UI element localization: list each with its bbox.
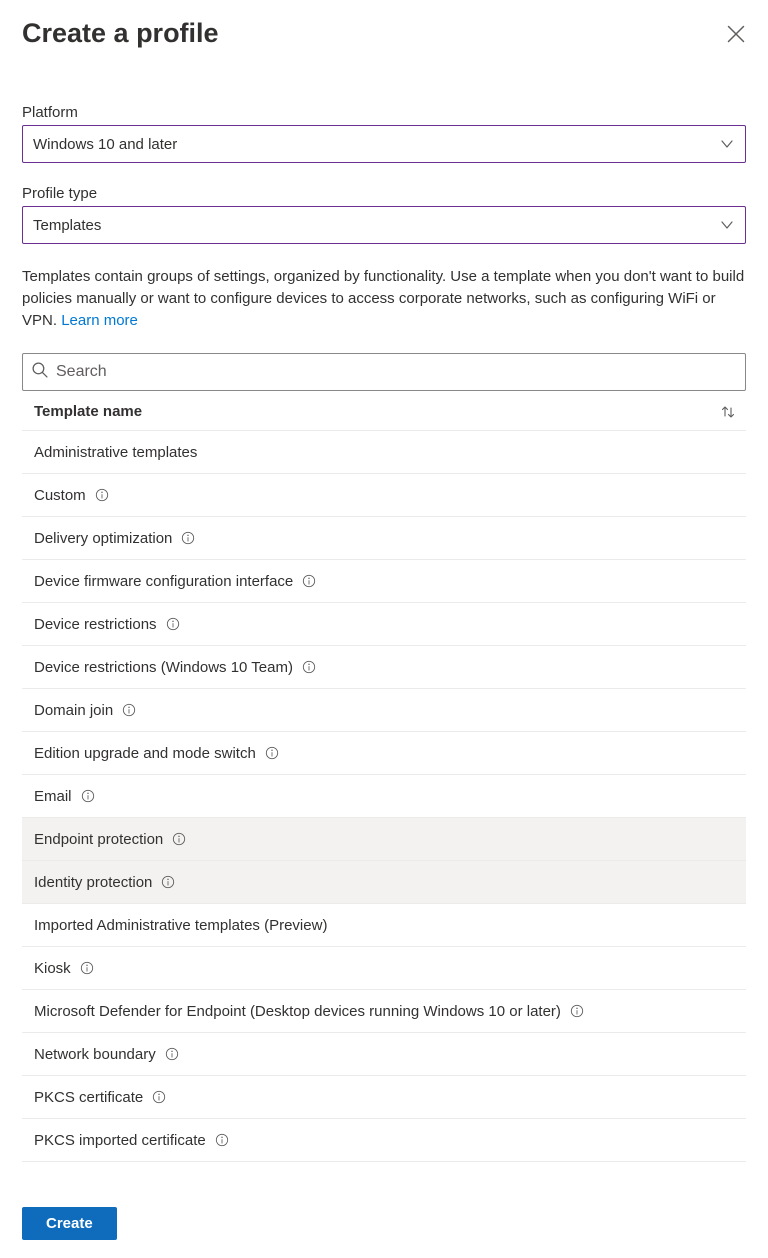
platform-label: Platform	[22, 104, 746, 121]
profile-type-dropdown[interactable]: Templates	[22, 206, 746, 244]
row-label: Email	[34, 788, 72, 805]
row-label: Custom	[34, 487, 86, 504]
table-row[interactable]: PKCS certificate	[22, 1076, 746, 1119]
table-row[interactable]: Endpoint protection	[22, 818, 746, 861]
table-row[interactable]: Custom	[22, 474, 746, 517]
table-row[interactable]: Device restrictions	[22, 603, 746, 646]
row-label: Device firmware configuration interface	[34, 573, 293, 590]
table-row[interactable]: Identity protection	[22, 861, 746, 904]
info-icon[interactable]	[80, 961, 94, 975]
row-label: Edition upgrade and mode switch	[34, 745, 256, 762]
row-label: Kiosk	[34, 960, 71, 977]
close-icon[interactable]	[726, 24, 746, 44]
row-label: Device restrictions (Windows 10 Team)	[34, 659, 293, 676]
table-row[interactable]: Device restrictions (Windows 10 Team)	[22, 646, 746, 689]
table-row[interactable]: Domain join	[22, 689, 746, 732]
table-row[interactable]: Email	[22, 775, 746, 818]
learn-more-link[interactable]: Learn more	[61, 312, 138, 329]
table-row[interactable]: Microsoft Defender for Endpoint (Desktop…	[22, 990, 746, 1033]
table-row[interactable]: PKCS imported certificate	[22, 1119, 746, 1162]
create-button[interactable]: Create	[22, 1207, 117, 1240]
info-icon[interactable]	[152, 1090, 166, 1104]
sort-icon[interactable]	[720, 404, 736, 420]
row-label: Device restrictions	[34, 616, 157, 633]
column-header-label: Template name	[34, 403, 142, 420]
info-icon[interactable]	[302, 660, 316, 674]
table-row[interactable]: Administrative templates	[22, 431, 746, 474]
description-text: Templates contain groups of settings, or…	[22, 266, 746, 331]
table-row[interactable]: Device firmware configuration interface	[22, 560, 746, 603]
profile-type-value: Templates	[33, 217, 101, 234]
table-row[interactable]: Imported Administrative templates (Previ…	[22, 904, 746, 947]
info-icon[interactable]	[122, 703, 136, 717]
info-icon[interactable]	[265, 746, 279, 760]
platform-dropdown[interactable]: Windows 10 and later	[22, 125, 746, 163]
row-label: Domain join	[34, 702, 113, 719]
search-input[interactable]	[54, 362, 737, 382]
profile-type-label: Profile type	[22, 185, 746, 202]
info-icon[interactable]	[165, 1047, 179, 1061]
info-icon[interactable]	[81, 789, 95, 803]
row-label: Endpoint protection	[34, 831, 163, 848]
row-label: PKCS certificate	[34, 1089, 143, 1106]
table-row[interactable]: Network boundary	[22, 1033, 746, 1076]
table-row[interactable]: Kiosk	[22, 947, 746, 990]
row-label: Identity protection	[34, 874, 152, 891]
row-label: PKCS imported certificate	[34, 1132, 206, 1149]
row-label: Network boundary	[34, 1046, 156, 1063]
info-icon[interactable]	[161, 875, 175, 889]
row-label: Microsoft Defender for Endpoint (Desktop…	[34, 1003, 561, 1020]
search-input-wrapper[interactable]	[22, 353, 746, 391]
info-icon[interactable]	[95, 488, 109, 502]
row-label: Delivery optimization	[34, 530, 172, 547]
row-label: Administrative templates	[34, 444, 197, 461]
info-icon[interactable]	[166, 617, 180, 631]
chevron-down-icon	[719, 136, 735, 152]
info-icon[interactable]	[570, 1004, 584, 1018]
search-icon	[31, 361, 54, 383]
info-icon[interactable]	[181, 531, 195, 545]
table-row[interactable]: Delivery optimization	[22, 517, 746, 560]
platform-value: Windows 10 and later	[33, 136, 177, 153]
chevron-down-icon	[719, 217, 735, 233]
dialog-title: Create a profile	[22, 18, 219, 49]
info-icon[interactable]	[215, 1133, 229, 1147]
table-row[interactable]: Edition upgrade and mode switch	[22, 732, 746, 775]
table-column-header[interactable]: Template name	[22, 391, 746, 431]
row-label: Imported Administrative templates (Previ…	[34, 917, 327, 934]
info-icon[interactable]	[172, 832, 186, 846]
info-icon[interactable]	[302, 574, 316, 588]
